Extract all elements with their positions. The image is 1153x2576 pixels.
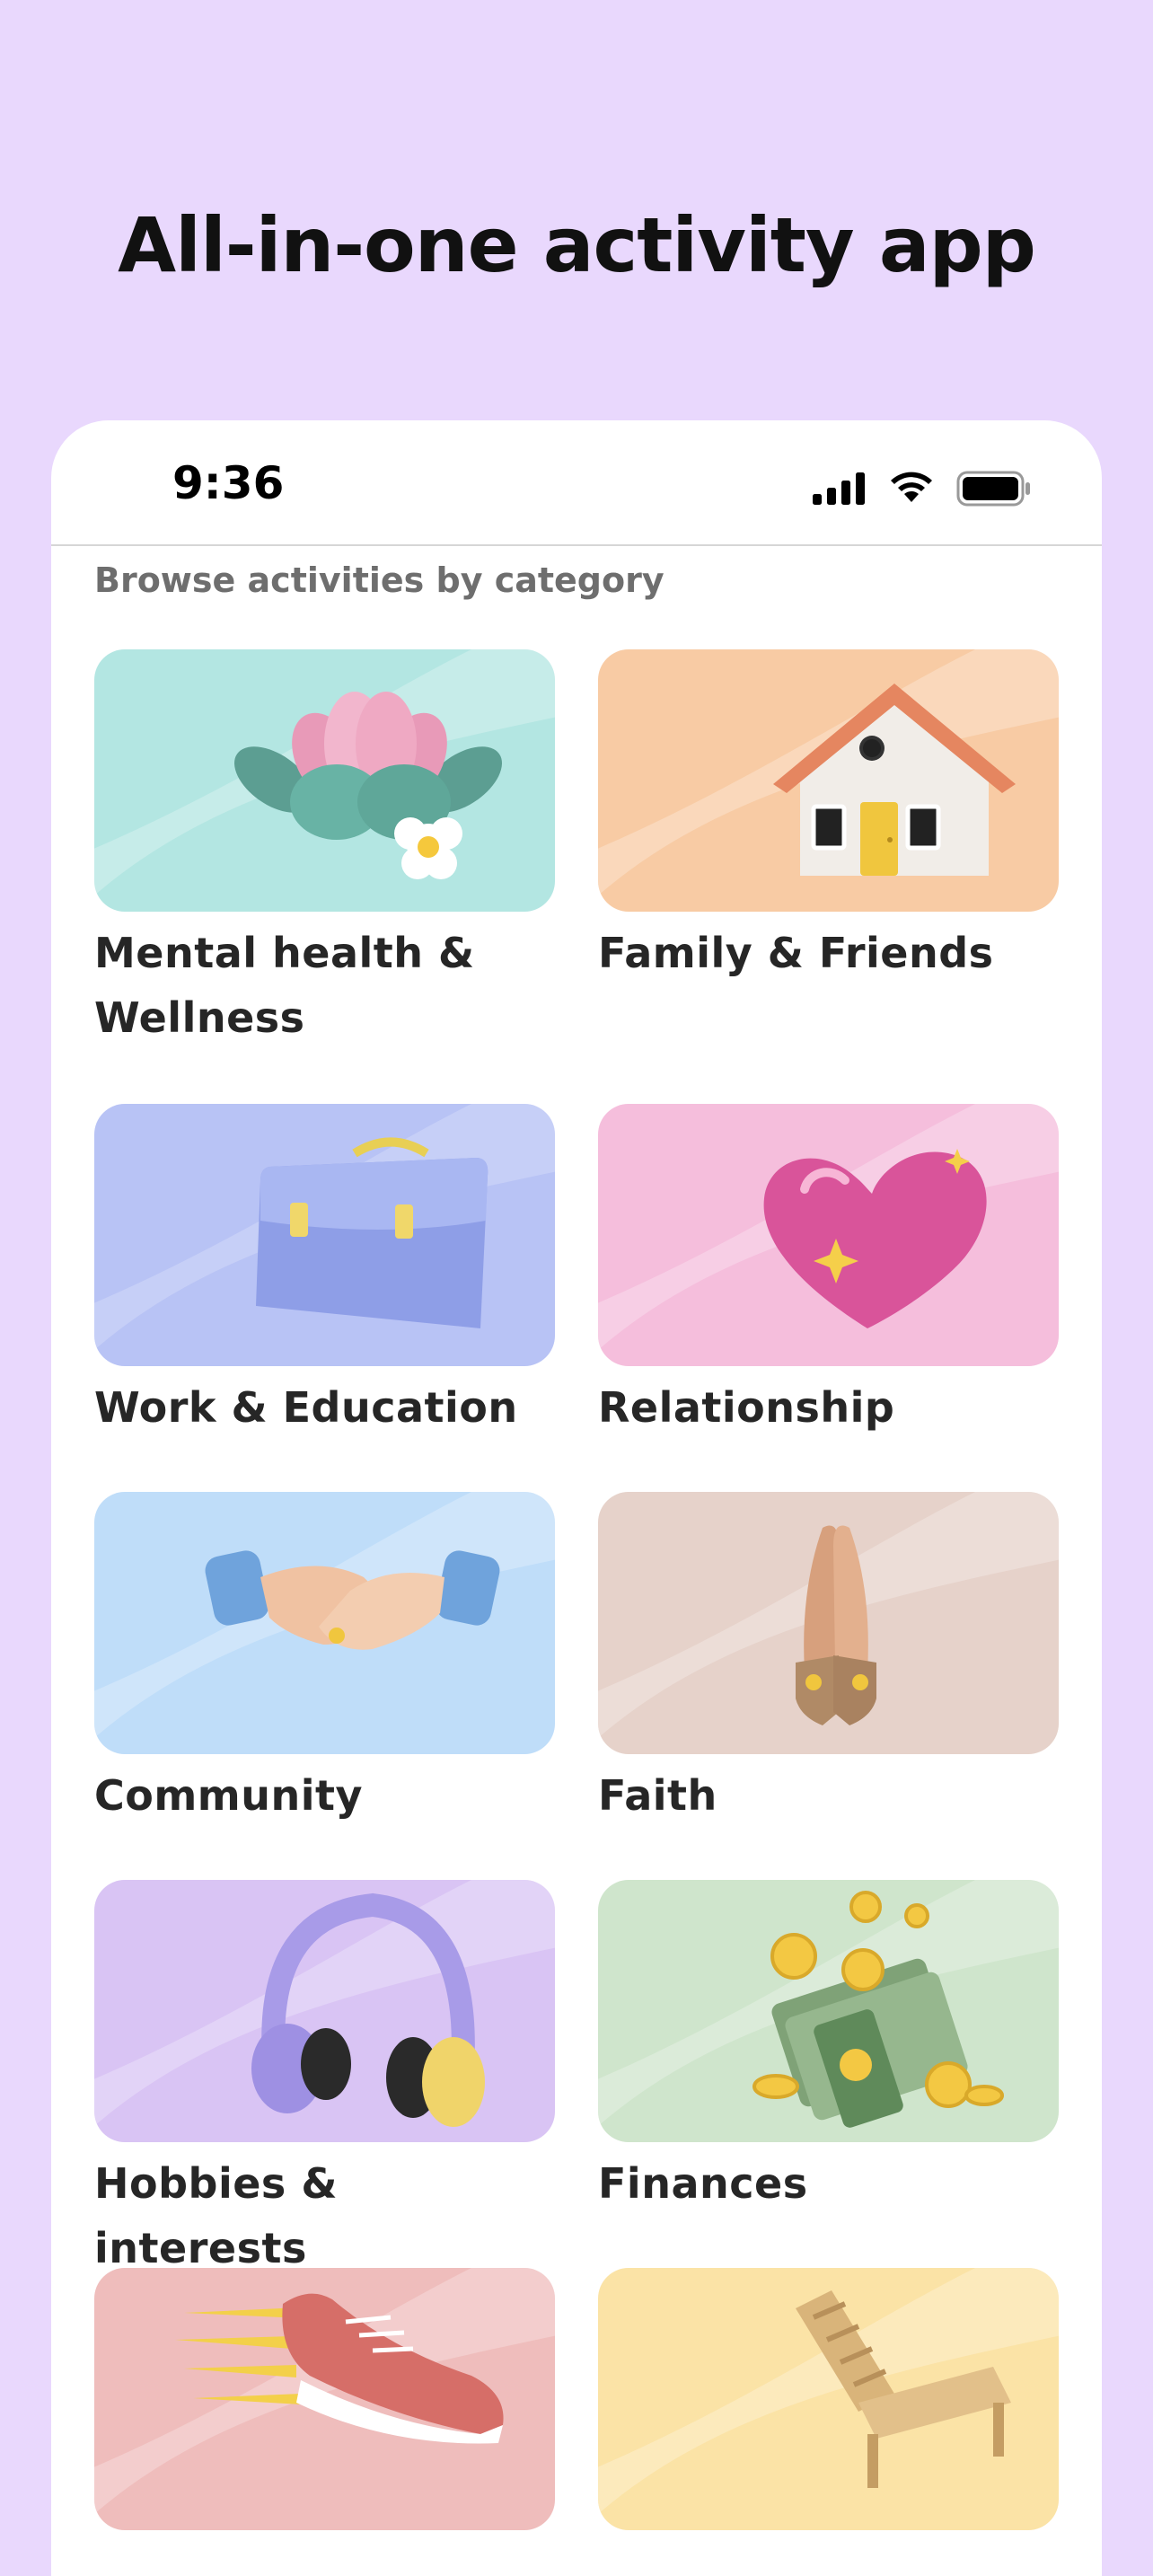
status-time: 9:36 bbox=[172, 457, 285, 509]
category-label: Relationship bbox=[598, 1383, 895, 1432]
category-image bbox=[94, 649, 555, 912]
category-card-family-friends[interactable]: Family & Friends bbox=[598, 649, 1059, 985]
status-bar: 9:36 bbox=[51, 420, 1102, 544]
category-card-finances[interactable]: Finances bbox=[598, 1880, 1059, 2216]
category-image bbox=[94, 1880, 555, 2142]
lounge-chair-icon bbox=[796, 2290, 1011, 2488]
category-image bbox=[94, 1104, 555, 1366]
briefcase-icon bbox=[256, 1137, 488, 1328]
battery-icon bbox=[956, 471, 1032, 507]
category-card-faith[interactable]: Faith bbox=[598, 1492, 1059, 1828]
wifi-icon bbox=[888, 472, 935, 506]
category-label: Mental health & Wellness bbox=[94, 929, 475, 1042]
category-image bbox=[598, 1492, 1059, 1754]
headline: All-in-one activity app bbox=[118, 201, 1036, 289]
category-label: Finances bbox=[598, 2159, 808, 2208]
category-label: Work & Education bbox=[94, 1383, 518, 1432]
sneaker-icon bbox=[175, 2293, 504, 2444]
category-label: Family & Friends bbox=[598, 929, 994, 977]
category-image bbox=[598, 2268, 1059, 2530]
category-image bbox=[94, 2268, 555, 2530]
lotus-icon bbox=[234, 692, 502, 879]
status-icons bbox=[813, 471, 1032, 507]
category-image bbox=[94, 1492, 555, 1754]
category-card-fitness[interactable] bbox=[94, 2268, 555, 2539]
category-card-leisure[interactable] bbox=[598, 2268, 1059, 2539]
section-title: Browse activities by category bbox=[94, 560, 665, 600]
category-card-mental-health[interactable]: Mental health & Wellness bbox=[94, 649, 555, 1050]
category-image bbox=[598, 649, 1059, 912]
category-image bbox=[598, 1880, 1059, 2142]
cellular-signal-icon bbox=[813, 472, 867, 505]
category-label: Hobbies & interests bbox=[94, 2159, 338, 2272]
category-label: Faith bbox=[598, 1771, 717, 1820]
category-card-community[interactable]: Community bbox=[94, 1492, 555, 1828]
status-divider bbox=[51, 544, 1102, 546]
phone-screen: 9:36 Browse activities by category Menta… bbox=[51, 420, 1102, 2576]
category-card-work-education[interactable]: Work & Education bbox=[94, 1104, 555, 1440]
headphones-icon bbox=[251, 1892, 485, 2127]
praying-hands-icon bbox=[796, 1525, 876, 1725]
category-image bbox=[598, 1104, 1059, 1366]
house-icon bbox=[773, 684, 1016, 876]
category-label: Community bbox=[94, 1771, 363, 1820]
category-card-hobbies-interests[interactable]: Hobbies & interests bbox=[94, 1880, 555, 2280]
heart-icon bbox=[763, 1149, 987, 1328]
category-card-relationship[interactable]: Relationship bbox=[598, 1104, 1059, 1440]
money-coins-icon bbox=[753, 1891, 1004, 2128]
handshake-icon bbox=[205, 1550, 500, 1650]
